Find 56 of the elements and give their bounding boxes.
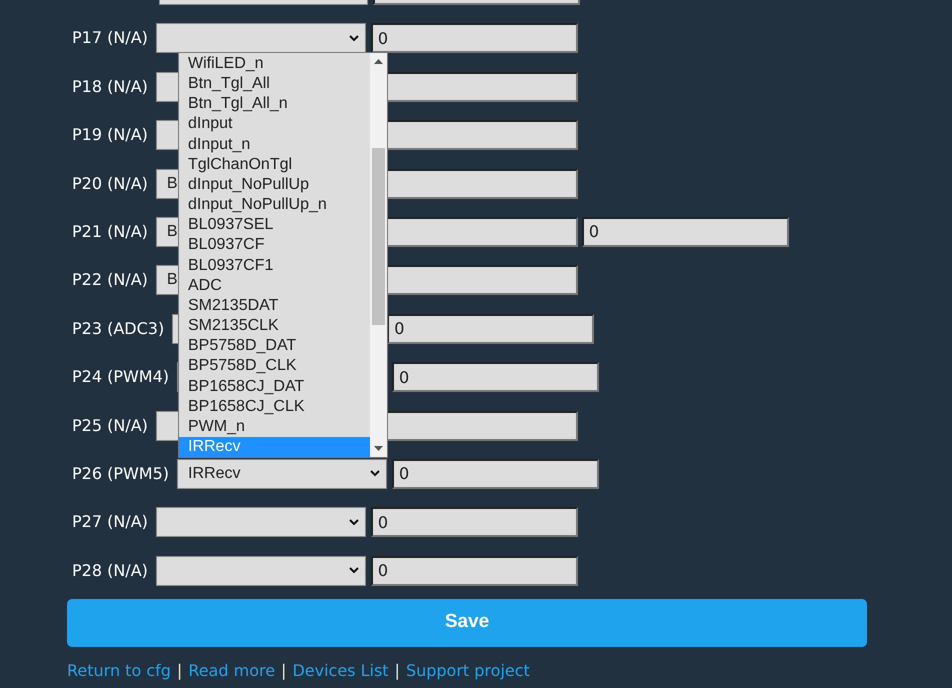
pin-label: P28 (N/A) [72,560,148,582]
dropdown-option[interactable]: WifiLED_n [179,54,370,74]
dropdown-option[interactable]: dInput [179,114,370,135]
chevron-down-icon [370,470,380,478]
separator: | [281,660,286,682]
dropdown-option[interactable]: BL0937CF [179,235,370,256]
pin-select[interactable]: IRRecv [177,458,388,489]
input-field[interactable]: 0 [392,362,600,392]
pin-label: P24 (PWM4) [72,366,170,388]
pin-label: P17 (N/A) [72,27,148,50]
dropdown-option[interactable]: Btn_Tgl_All [179,74,370,94]
dropdown-option[interactable]: BP1658CJ_CLK [179,396,370,417]
dropdown-option[interactable]: BL0937CF1 [179,256,370,276]
dropdown-option[interactable]: Btn_Tgl_All_n [179,94,370,114]
pin-label: P19 (N/A) [72,124,148,146]
input-field[interactable]: 0 [370,556,578,586]
dropdown-option[interactable]: dInput_NoPullUp [179,174,370,196]
dropdown-option[interactable]: SM2135CLK [179,316,370,336]
separator: | [176,660,182,682]
dropdown-option[interactable]: PWM_n [179,416,370,437]
dropdown-option[interactable]: TglChanOnTgl [179,154,370,175]
dropdown-option[interactable]: BL0937SEL [179,215,370,236]
footer-link[interactable]: Return to cfg [67,658,171,683]
pin-label: P25 (N/A) [72,414,148,437]
input-field[interactable]: 0 [370,507,578,538]
pin-label: P20 (N/A) [72,172,148,195]
scroll-up-icon[interactable] [374,59,383,64]
pin-label: P21 (N/A) [72,220,148,243]
dropdown-option[interactable]: BP5758D_CLK [179,356,370,376]
pin-label: P27 (N/A) [72,511,148,534]
chevron-down-icon [348,518,359,526]
dropdown-option[interactable]: BP5758D_DAT [179,336,370,356]
dropdown-option[interactable]: SM2135DAT [179,296,370,316]
input-field[interactable]: 0 [582,216,789,247]
pin-select[interactable] [156,507,366,538]
scrollbar[interactable] [370,53,387,457]
separator: | [394,660,400,682]
chevron-down-icon [348,567,359,574]
dropdown-option[interactable]: dInput_NoPullUp_n [179,195,370,216]
chevron-down-icon [348,34,359,42]
footer-link[interactable]: Support project [406,658,530,683]
input-field[interactable]: 0 [370,23,578,54]
pin-label: P23 (ADC3) [72,318,164,340]
input-field[interactable]: 0 [387,314,594,344]
footer-link[interactable]: Devices List [292,658,389,683]
dropdown-option[interactable]: ADC [179,276,370,296]
scrollbar-thumb[interactable] [372,148,385,325]
pin-select[interactable] [156,556,366,586]
pin-label: P26 (PWM5) [72,462,170,485]
dropdown-option[interactable]: dInput_n [179,134,370,155]
pin-label: P22 (N/A) [72,269,148,292]
scroll-down-icon[interactable] [374,446,383,451]
footer-link[interactable]: Read more [188,658,276,683]
input-field[interactable]: 0 [392,458,600,489]
pin-label: P18 (N/A) [72,76,148,98]
dropdown-option[interactable]: BP1658CJ_DAT [179,376,370,397]
